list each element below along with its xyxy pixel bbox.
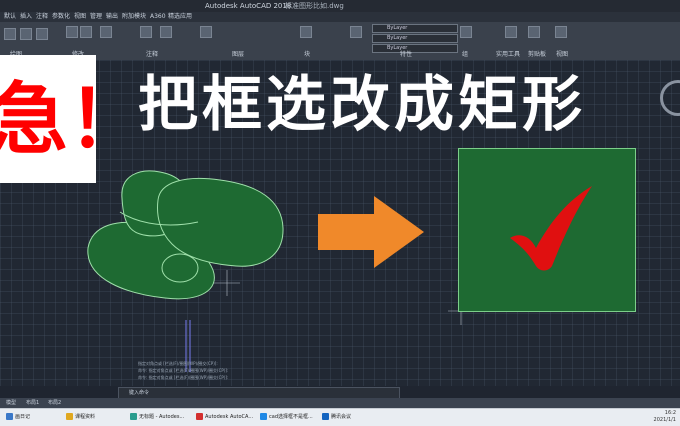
taskbar-item[interactable]: 画日记 [6,411,30,424]
command-history: 指定对角点或 [栏选(F)/圈围(WP)/圈交(CP)]: 命令: 指定对角点或… [138,360,328,388]
blob-shapes[interactable] [87,170,284,300]
autocad-icon [196,413,203,420]
clock-time: 16:2 [664,410,676,416]
arrow-right-icon [318,196,424,268]
system-clock[interactable]: 16:2 2021/1/1 [654,410,676,424]
taskbar-item[interactable]: 腾讯会议 [322,411,351,424]
tab-layout1[interactable]: 布局1 [26,398,39,408]
clock-date: 2021/1/1 [653,417,676,423]
taskbar: 画日记 课程资料 无标题 - Autodes... Autodesk AutoC… [0,408,680,426]
app-icon [6,413,13,420]
command-history-line: 指定对角点或 [栏选(F)/圈围(WP)/圈交(CP)]: [138,361,218,366]
urgent-badge: 急！ [0,55,146,183]
taskbar-item[interactable]: 课程资料 [66,411,95,424]
command-history-line: 命令: 指定对角点或 [栏选(F)/圈围(WP)/圈交(CP)]: [138,375,229,380]
meeting-icon [322,413,329,420]
taskbar-item[interactable]: cad选择框不是框... [260,411,313,424]
layout-tabs: 模型 布局1 布局2 [0,398,680,408]
tab-model[interactable]: 模型 [6,398,16,408]
taskbar-item-active[interactable]: Autodesk AutoCA... [196,411,253,424]
selected-rectangle[interactable] [458,148,636,312]
command-history-line: 命令: 指定对角点或 [栏选(F)/圈围(WP)/圈交(CP)]: [138,368,229,373]
tab-layout2[interactable]: 布局2 [48,398,61,408]
urgent-text: 急！ [0,75,147,165]
headline-title: 把框选改成矩形 [138,70,586,140]
taskbar-item[interactable]: 无标题 - Autodes... [130,411,184,424]
crosshair-cursor [214,270,240,296]
app-icon [130,413,137,420]
folder-icon [66,413,73,420]
browser-icon [260,413,267,420]
